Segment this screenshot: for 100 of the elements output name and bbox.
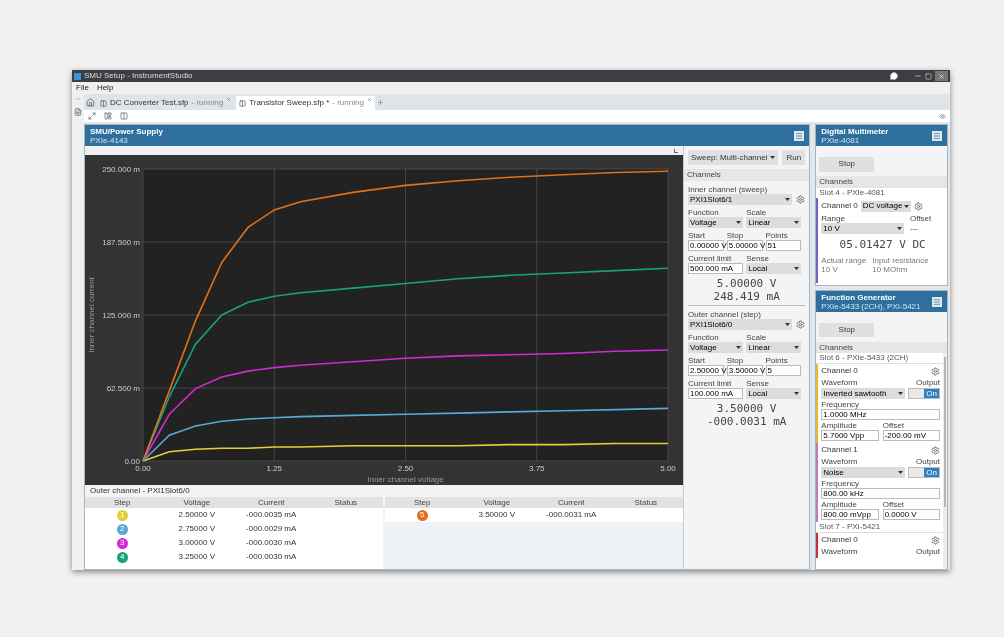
caret-icon: [904, 204, 910, 208]
slot-label: Slot 4 - PXIe-4081: [818, 188, 886, 198]
view-icon[interactable]: [939, 112, 946, 120]
columns-icon[interactable]: [120, 112, 128, 120]
maximize-icon[interactable]: [925, 72, 932, 80]
device-dropdown[interactable]: PXI1Slot6/0: [688, 319, 793, 330]
menu-icon[interactable]: [932, 130, 942, 141]
caret-icon: [898, 392, 903, 395]
settings-icon[interactable]: [796, 320, 806, 329]
input-field[interactable]: 51: [765, 240, 802, 251]
document-tab[interactable]: Transistor Sweep.sfp * - running: [236, 96, 375, 110]
field-label: Start: [688, 356, 706, 365]
panel-title: Digital Multimeter: [821, 126, 889, 136]
input-field[interactable]: 3.50000 V: [726, 365, 763, 376]
menu-item[interactable]: File: [76, 82, 89, 94]
caret-icon: [898, 471, 903, 474]
settings-icon[interactable]: [914, 201, 924, 211]
settings-icon[interactable]: [931, 535, 940, 545]
measurement-reading: 05.01427 V DC: [838, 237, 927, 253]
axis-tick-label: 0.00: [135, 464, 151, 473]
layout-icon[interactable]: [88, 112, 96, 120]
field-label: Sense: [746, 254, 770, 263]
menu-icon[interactable]: [932, 296, 942, 307]
slot-label: Slot 7 - PXI-5421: [816, 522, 943, 533]
settings-icon[interactable]: [931, 445, 940, 455]
field-label: Offset: [882, 421, 905, 430]
dropdown[interactable]: Local: [746, 388, 802, 399]
info-value: 10 V: [821, 264, 839, 274]
document-icon: [239, 99, 247, 107]
run-button[interactable]: Run: [782, 150, 806, 165]
input-field[interactable]: 800.00 kHz: [821, 488, 940, 499]
menu-icon[interactable]: [794, 130, 805, 141]
caret-icon: [736, 221, 742, 224]
field-label: Scale: [746, 208, 768, 217]
output-toggle[interactable]: On: [908, 467, 940, 478]
input-field[interactable]: 5.7000 Vpp: [821, 430, 879, 441]
input-field[interactable]: 5.00000 V: [726, 240, 763, 251]
dropdown[interactable]: Linear: [746, 217, 802, 228]
dropdown[interactable]: Local: [746, 263, 802, 274]
function-dropdown[interactable]: DC voltage: [860, 200, 912, 212]
info-label: Input resistance: [872, 255, 929, 265]
axis-title: Inner channel current: [87, 277, 96, 353]
close-icon[interactable]: [366, 97, 372, 102]
waveform-dropdown[interactable]: Noise: [821, 467, 905, 478]
step-badge: 2: [116, 523, 128, 535]
caret-icon: [770, 156, 776, 159]
caret-icon: [794, 392, 800, 395]
menu-item[interactable]: Help: [96, 82, 114, 94]
axis-tick-label: 62.500 m: [106, 384, 140, 393]
axis-tick-label: 187.500 m: [102, 238, 140, 247]
stop-button[interactable]: Stop: [819, 323, 875, 337]
field-label: Output: [916, 457, 940, 466]
column-header: Status: [633, 496, 659, 509]
caret-icon: [785, 323, 791, 326]
stop-button[interactable]: Stop: [819, 156, 875, 172]
scrollbar[interactable]: [943, 353, 947, 569]
input-field[interactable]: 100.000 mA: [688, 388, 744, 399]
document-icon[interactable]: [74, 108, 82, 116]
column-header: Voltage: [482, 496, 512, 509]
table-cell-text: 2.50000 V: [177, 509, 216, 521]
dropdown[interactable]: Linear: [746, 342, 802, 353]
add-tab-icon[interactable]: [376, 99, 384, 106]
tab-label: DC Converter Test.sfp: [110, 97, 189, 109]
field-label: Amplitude: [821, 500, 858, 509]
field-label: Range: [821, 214, 846, 223]
home-icon[interactable]: [86, 98, 95, 107]
close-button[interactable]: [935, 71, 948, 81]
chat-icon[interactable]: [890, 72, 898, 80]
settings-icon[interactable]: [931, 366, 940, 376]
tab-status: - running: [332, 97, 364, 109]
output-toggle[interactable]: On: [908, 388, 940, 399]
dropdown[interactable]: Voltage: [688, 342, 744, 353]
settings-icon[interactable]: [796, 195, 806, 204]
column-header: Step: [413, 496, 432, 509]
offset-value: ---: [910, 223, 919, 235]
device-dropdown[interactable]: PXI1Slot6/1: [688, 194, 793, 205]
panel-subtitle: PXIe-5433 (2CH), PXI-5421: [821, 301, 921, 311]
input-field[interactable]: 0.0000 V: [882, 509, 940, 520]
minimize-icon[interactable]: [914, 72, 922, 80]
panel-subtitle: PXIe-4081: [821, 135, 861, 145]
info-label: Actual range: [821, 255, 867, 265]
step-badge: 4: [116, 551, 128, 563]
column-header: Current: [256, 496, 286, 509]
cursor-icon[interactable]: [674, 148, 678, 153]
caret-icon: [736, 346, 742, 349]
dropdown[interactable]: 10 V: [821, 223, 904, 234]
input-field[interactable]: 5: [765, 365, 802, 376]
section-header: Channels: [684, 169, 810, 181]
waveform-dropdown[interactable]: Inverted sawtooth: [821, 388, 905, 399]
field-label: Frequency: [821, 400, 861, 409]
close-icon: [938, 72, 945, 80]
dropdown[interactable]: Voltage: [688, 217, 744, 228]
field-label: Function: [688, 333, 720, 342]
input-field[interactable]: 800.00 mVpp: [821, 509, 879, 520]
input-field[interactable]: -200.00 mV: [882, 430, 940, 441]
input-field[interactable]: 1.0000 MHz: [821, 409, 940, 420]
sweep-mode-dropdown[interactable]: Sweep: Multi-channel: [688, 150, 779, 165]
table-cell-text: 2.75000 V: [177, 523, 216, 535]
close-icon[interactable]: [226, 97, 232, 102]
input-field[interactable]: 500.000 mA: [688, 263, 744, 274]
